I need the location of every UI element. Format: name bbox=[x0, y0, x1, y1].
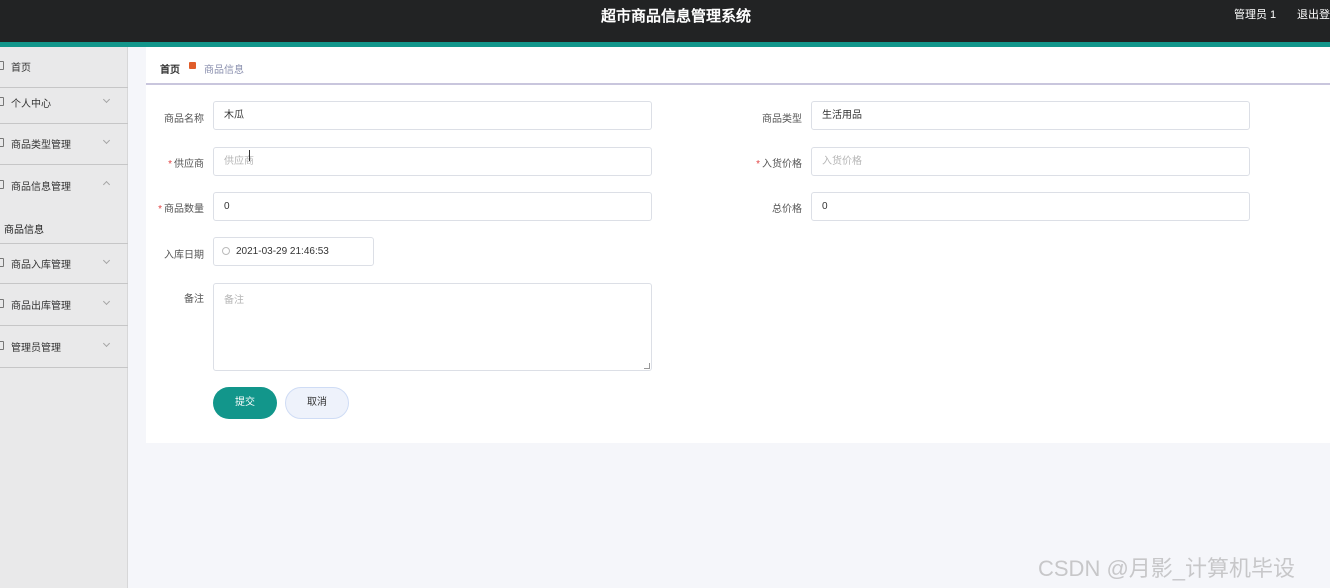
quantity-label: * 商品数量 bbox=[158, 204, 204, 215]
chevron-up-icon bbox=[102, 178, 112, 189]
grid-icon bbox=[0, 138, 4, 147]
date-value: 2021-03-29 21:46:53 bbox=[236, 246, 329, 257]
breadcrumb-current: 商品信息 bbox=[204, 65, 244, 76]
purchase-price-label: * 入货价格 bbox=[756, 159, 802, 170]
supplier-label: * 供应商 bbox=[168, 159, 204, 170]
sidebar-item-stock-in[interactable]: 商品入库管理 bbox=[0, 243, 128, 284]
sidebar-item-product-info[interactable]: 商品信息管理 bbox=[0, 166, 128, 207]
sidebar-item-label: 个人中心 bbox=[11, 99, 51, 110]
chevron-down-icon bbox=[102, 95, 112, 104]
sidebar-item-label: 商品信息管理 bbox=[11, 182, 71, 193]
breadcrumb-home[interactable]: 首页 bbox=[160, 61, 180, 76]
chevron-down-icon bbox=[102, 297, 112, 306]
cancel-button[interactable]: 取消 bbox=[285, 387, 349, 419]
purchase-price-input[interactable]: 入货价格 bbox=[811, 147, 1250, 176]
sidebar-subitem-product-info[interactable]: 商品信息 bbox=[0, 213, 128, 243]
date-picker[interactable]: 2021-03-29 21:46:53 bbox=[213, 237, 374, 266]
sidebar-item-label: 首页 bbox=[11, 63, 31, 74]
admin-icon bbox=[0, 341, 4, 350]
resize-handle-icon[interactable] bbox=[644, 363, 650, 369]
chevron-down-icon bbox=[102, 339, 112, 348]
text-cursor-icon bbox=[249, 150, 255, 161]
name-label: 商品名称 bbox=[164, 114, 204, 125]
current-user: 管理员 1 bbox=[1234, 9, 1277, 21]
sidebar-item-label: 商品类型管理 bbox=[11, 140, 71, 151]
breadcrumb: 首页 商品信息 bbox=[146, 47, 1330, 85]
submit-button[interactable]: 提交 bbox=[213, 387, 277, 419]
supplier-input[interactable]: 供应商 bbox=[213, 147, 652, 176]
app-title: 超市商品信息管理系统 bbox=[600, 8, 751, 25]
type-select[interactable]: 生活用品 bbox=[811, 101, 1250, 130]
top-bar: 超市商品信息管理系统 管理员 1 退出登录 bbox=[0, 0, 1330, 42]
total-price-input[interactable]: 0 bbox=[811, 192, 1250, 221]
home-icon bbox=[0, 61, 4, 70]
chevron-down-icon bbox=[102, 136, 112, 145]
breadcrumb-separator-icon bbox=[189, 62, 196, 69]
watermark: CSDN @月影_计算机毕设 bbox=[1038, 556, 1296, 581]
sidebar-subitem-label: 商品信息 bbox=[4, 225, 44, 236]
sidebar-item-product-types[interactable]: 商品类型管理 bbox=[0, 124, 128, 165]
logout-link[interactable]: 退出登录 bbox=[1297, 6, 1330, 22]
total-price-label: 总价格 bbox=[772, 204, 802, 215]
sidebar-item-home[interactable]: 首页 bbox=[0, 47, 128, 88]
date-label: 入库日期 bbox=[164, 250, 204, 261]
user-icon bbox=[0, 97, 4, 106]
remark-label: 备注 bbox=[184, 294, 204, 305]
remark-placeholder: 备注 bbox=[224, 295, 244, 306]
sidebar: 首页 个人中心 商品类型管理 商品信息管理 商品信息 商品入库管理 商品出库管理… bbox=[0, 47, 128, 588]
sidebar-item-admins[interactable]: 管理员管理 bbox=[0, 327, 128, 368]
type-label: 商品类型 bbox=[762, 114, 802, 125]
clock-icon bbox=[222, 247, 230, 255]
inbox-icon bbox=[0, 258, 4, 267]
document-icon bbox=[0, 180, 4, 189]
sidebar-item-label: 商品出库管理 bbox=[11, 301, 71, 312]
sidebar-item-label: 管理员管理 bbox=[11, 343, 61, 354]
quantity-input[interactable]: 0 bbox=[213, 192, 652, 221]
sidebar-item-stock-out[interactable]: 商品出库管理 bbox=[0, 285, 128, 326]
sidebar-item-profile[interactable]: 个人中心 bbox=[0, 83, 128, 124]
outbox-icon bbox=[0, 299, 4, 308]
chevron-down-icon bbox=[102, 256, 112, 265]
sidebar-item-label: 商品入库管理 bbox=[11, 260, 71, 271]
remark-textarea[interactable]: 备注 bbox=[213, 283, 652, 371]
name-input[interactable]: 木瓜 bbox=[213, 101, 652, 130]
